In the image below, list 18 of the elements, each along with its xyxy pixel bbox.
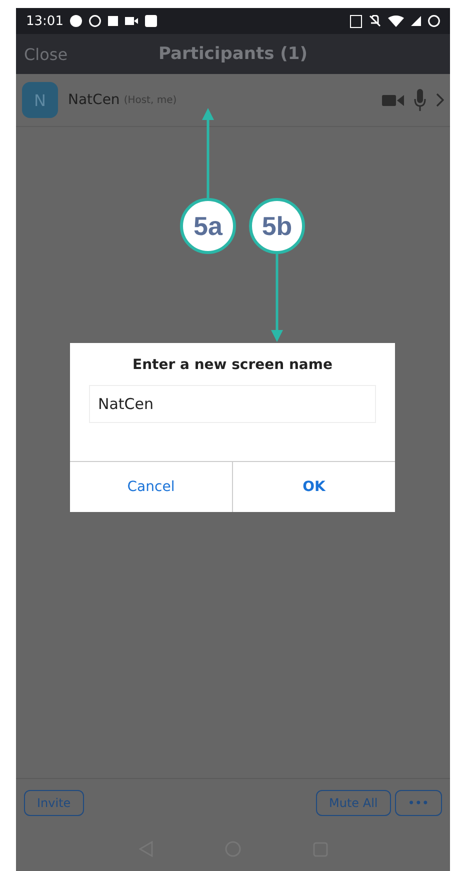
screen-name-field[interactable]: NatCen <box>89 385 376 423</box>
wifi-icon <box>388 15 404 27</box>
dialog-title: Enter a new screen name <box>132 356 334 375</box>
annotation-badge: 5b <box>249 198 305 254</box>
more-button[interactable]: ••• <box>394 790 442 816</box>
signal-icon <box>411 16 421 26</box>
screen-title: Participants (1) <box>158 44 308 64</box>
status-time: 13:01 <box>26 14 64 28</box>
close-button[interactable]: Close <box>24 44 68 64</box>
participant-name: NatCen <box>68 92 120 108</box>
mute-all-button[interactable]: Mute All <box>316 790 391 816</box>
video-camera-icon <box>125 17 138 25</box>
microphone-icon[interactable] <box>414 89 426 111</box>
chevron-right-icon[interactable] <box>436 93 444 107</box>
annotation-badge: 5a <box>180 198 236 254</box>
video-camera-icon[interactable] <box>382 94 404 106</box>
bell-off-icon <box>369 15 381 27</box>
invite-button[interactable]: Invite <box>24 790 84 816</box>
